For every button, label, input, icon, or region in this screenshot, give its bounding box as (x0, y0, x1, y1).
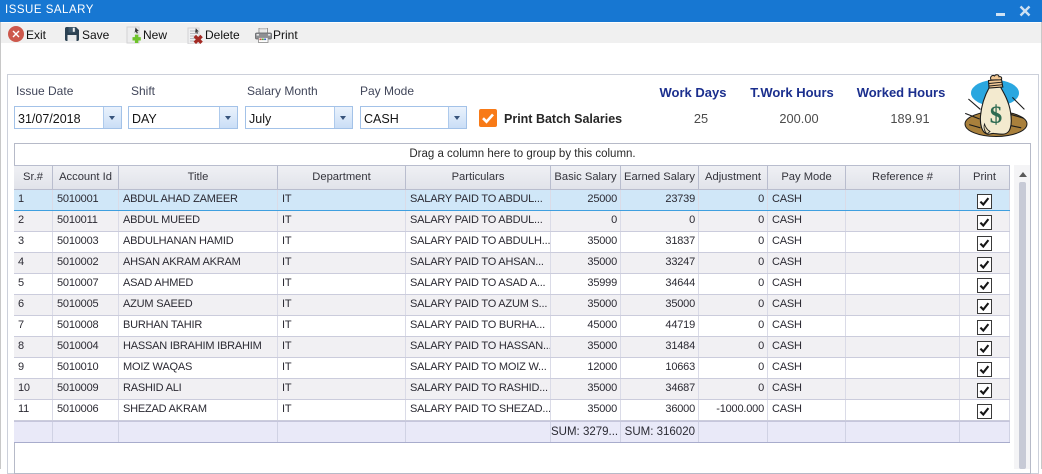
svg-text:$: $ (990, 102, 1003, 129)
